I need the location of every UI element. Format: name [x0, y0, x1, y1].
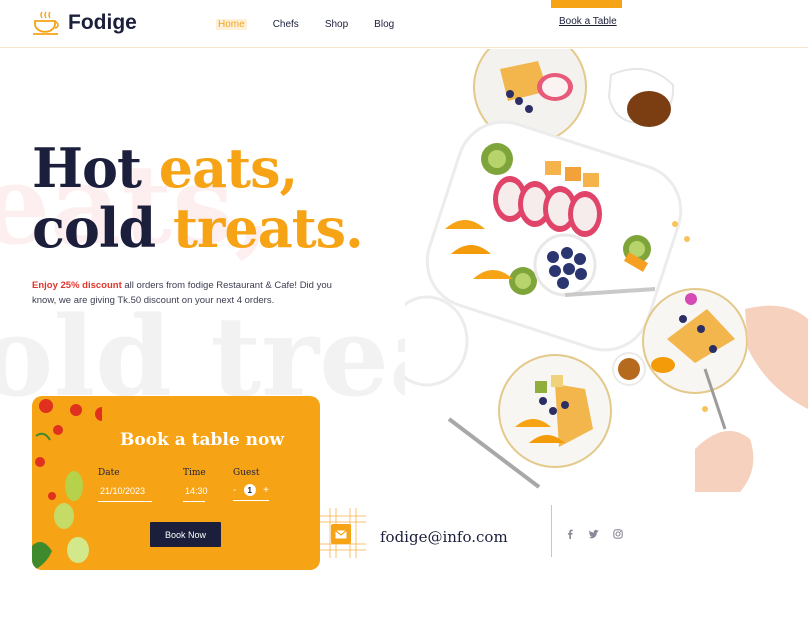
time-input[interactable]: 14:30	[183, 486, 208, 502]
nav-item-home[interactable]: Home	[216, 19, 247, 30]
vegetable-decoration	[32, 399, 102, 570]
nav-item-shop[interactable]: Shop	[325, 19, 348, 30]
social-links	[565, 529, 623, 539]
nav-item-chefs[interactable]: Chefs	[273, 19, 299, 30]
hero-headline: Hot eats, cold treats.	[32, 136, 364, 260]
date-label: Date	[98, 468, 120, 478]
guest-minus-button[interactable]: -	[233, 485, 236, 496]
booking-title: Book a table now	[120, 430, 284, 450]
book-table-link[interactable]: Book a Table	[559, 16, 617, 27]
nav-item-blog[interactable]: Blog	[374, 19, 394, 30]
headline-word-treats: treats.	[172, 196, 364, 260]
booking-card: Book a table now Date 21/10/2023 Time 14…	[32, 396, 320, 570]
contact-divider	[551, 505, 552, 557]
headline-word-cold: cold	[32, 196, 173, 260]
logo[interactable]: Fodige	[32, 10, 137, 36]
time-label: Time	[183, 468, 206, 478]
food-illustration	[405, 49, 808, 492]
site-header: Fodige Home Chefs Shop Blog Book a Table	[0, 0, 808, 48]
brand-name: Fodige	[68, 11, 137, 34]
date-input[interactable]: 21/10/2023	[98, 486, 152, 502]
guest-plus-button[interactable]: +	[263, 485, 269, 496]
coffee-cup-icon	[33, 11, 59, 35]
twitter-icon[interactable]	[589, 529, 599, 539]
hero-food-image	[405, 49, 808, 492]
envelope-icon	[331, 524, 351, 544]
guest-stepper: - 1 +	[233, 484, 269, 501]
guest-label: Guest	[233, 468, 260, 478]
headline-word-eats: eats,	[158, 136, 298, 200]
cta-accent-bar	[551, 0, 622, 8]
book-now-button[interactable]: Book Now	[150, 522, 221, 547]
book-table-cta: Book a Table	[551, 0, 622, 27]
main-nav: Home Chefs Shop Blog	[216, 19, 394, 30]
guest-count: 1	[243, 484, 256, 496]
facebook-icon[interactable]	[565, 529, 575, 539]
instagram-icon[interactable]	[613, 529, 623, 539]
headline-word-hot: Hot	[32, 136, 159, 200]
contact-email[interactable]: fodige@info.com	[380, 528, 508, 546]
discount-highlight: Enjoy 25% discount	[32, 280, 122, 291]
hero-description: Enjoy 25% discount all orders from fodig…	[32, 278, 332, 308]
